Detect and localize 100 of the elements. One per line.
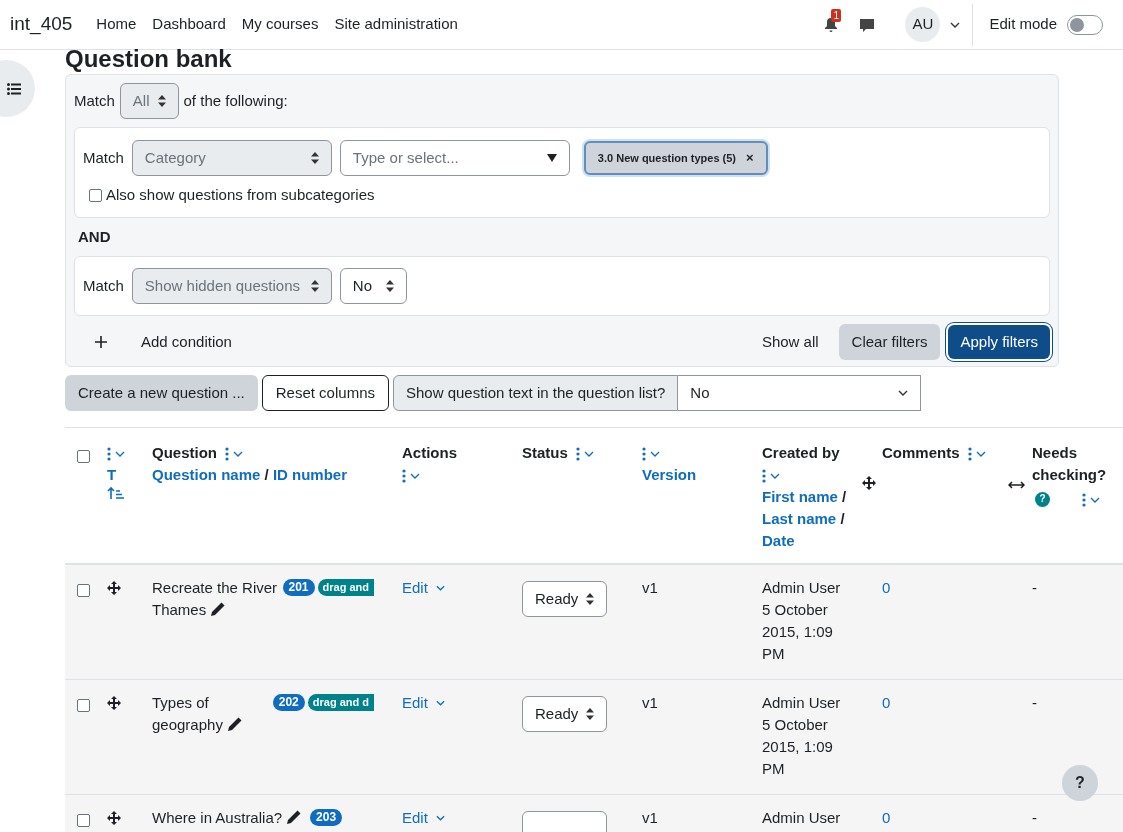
status-select[interactable]: Ready — [522, 581, 607, 617]
avatar[interactable]: AU — [905, 7, 941, 42]
plus-icon[interactable] — [95, 336, 107, 348]
kebab-menu-icon[interactable] — [967, 447, 972, 462]
category-chip[interactable]: 3.0 New question types (5) × — [583, 141, 768, 175]
chevron-down-icon[interactable] — [950, 21, 961, 28]
sort-link[interactable]: Last name — [762, 510, 837, 527]
separator: / — [264, 466, 269, 483]
version-cell-text: v1 — [642, 808, 659, 828]
match-select[interactable]: All — [119, 83, 179, 119]
checkbox[interactable] — [77, 814, 90, 827]
question-type-badge: drag and d — [307, 694, 374, 711]
pencil-icon[interactable] — [226, 716, 243, 732]
chevron-down-icon — [435, 815, 445, 821]
create-question-button[interactable]: Create a new question ... — [65, 375, 258, 411]
edit-menu-link[interactable]: Edit — [402, 577, 445, 599]
move-icon[interactable] — [107, 811, 121, 825]
checkbox[interactable] — [77, 584, 90, 597]
help-icon[interactable]: ? — [1035, 491, 1050, 507]
chevron-down-icon[interactable] — [583, 451, 594, 458]
field-select[interactable]: Category — [131, 140, 332, 176]
creator-name: Admin User — [762, 578, 842, 598]
checkbox[interactable] — [89, 188, 102, 202]
edit-mode-switch[interactable] — [1067, 14, 1103, 35]
question-name: Types of geography — [152, 692, 273, 736]
column-header: Status — [522, 444, 568, 461]
page-title: Question bank — [65, 46, 233, 72]
separator: / — [839, 510, 845, 527]
up-down-caret-icon — [385, 280, 394, 292]
creator-name: Admin User — [762, 693, 842, 713]
chevron-down-icon[interactable] — [770, 473, 780, 480]
value-select[interactable]: No — [339, 268, 407, 304]
type-sort-link[interactable]: T — [107, 464, 152, 486]
chevron-down-icon[interactable] — [975, 451, 986, 458]
add-condition-link[interactable]: Add condition — [141, 330, 232, 354]
triangle-down-icon — [546, 154, 557, 162]
comments-count-link[interactable]: 0 — [882, 809, 891, 826]
checkbox[interactable] — [77, 699, 90, 712]
match-suffix: of the following: — [183, 90, 288, 111]
match-label: Match — [83, 147, 124, 168]
created-date: 5 October 2015, 1:09 PM — [762, 715, 834, 779]
checkbox[interactable] — [77, 450, 90, 463]
pencil-icon[interactable] — [286, 809, 303, 825]
kebab-menu-icon[interactable] — [402, 469, 406, 484]
up-down-caret-icon — [586, 708, 594, 720]
category-search-field[interactable]: Type or select... — [339, 140, 570, 176]
move-icon[interactable] — [862, 476, 876, 490]
comments-count-link[interactable]: 0 — [882, 579, 891, 596]
clear-filters-button[interactable]: Clear filters — [838, 324, 941, 360]
sort-link[interactable]: Date — [762, 532, 795, 549]
needs-checking-cell: - — [1032, 579, 1037, 596]
pencil-icon[interactable] — [210, 601, 227, 617]
comments-count-link[interactable]: 0 — [882, 694, 891, 711]
column-header: Needs checking? — [1032, 443, 1108, 485]
nav-link[interactable]: Dashboard — [152, 13, 226, 36]
move-icon[interactable] — [107, 581, 121, 595]
sort-link[interactable]: Version — [642, 466, 697, 483]
nav-link[interactable]: My courses — [241, 13, 319, 36]
kebab-menu-icon[interactable] — [225, 447, 229, 462]
nav-link[interactable]: Site administration — [334, 13, 458, 36]
id-badge: 201 — [282, 579, 315, 596]
chevron-down-icon — [435, 585, 445, 591]
nav-link[interactable]: Home — [96, 13, 137, 36]
chevron-down-icon — [898, 390, 909, 396]
resize-arrows-icon[interactable] — [1008, 480, 1025, 490]
move-icon[interactable] — [107, 696, 121, 710]
chevron-down-icon[interactable] — [410, 473, 420, 480]
reset-columns-button[interactable]: Reset columns — [261, 375, 389, 411]
id-badge: 203 — [310, 809, 343, 826]
kebab-menu-icon[interactable] — [642, 447, 646, 462]
column-header: Actions — [402, 443, 458, 463]
apply-filters-button[interactable]: Apply filters — [948, 325, 1050, 359]
status-select[interactable]: Ready — [522, 696, 607, 732]
sort-link[interactable]: Question name — [152, 466, 261, 483]
chevron-down-icon[interactable] — [115, 451, 125, 458]
field-select[interactable]: Show hidden questions — [131, 268, 332, 304]
match-label: Match — [74, 90, 115, 111]
edit-menu-link[interactable]: Edit — [402, 807, 445, 829]
sort-link[interactable]: First name — [762, 488, 838, 505]
sort-link[interactable]: ID number — [272, 466, 348, 483]
site-name[interactable]: int_405 — [10, 10, 73, 39]
category-search-input[interactable]: Type or select... — [352, 146, 533, 170]
kebab-menu-icon[interactable] — [107, 447, 111, 462]
list-icon — [7, 82, 21, 95]
edit-menu-link[interactable]: Edit — [402, 692, 445, 714]
chip-remove[interactable]: × — [746, 148, 754, 168]
kebab-menu-icon[interactable] — [1082, 493, 1086, 508]
chevron-down-icon[interactable] — [1090, 497, 1100, 504]
chevron-down-icon[interactable] — [650, 451, 660, 458]
kebab-menu-icon[interactable] — [575, 447, 580, 462]
show-all-button[interactable]: Show all — [749, 324, 831, 360]
show-text-label: Show question text in the question list? — [393, 375, 679, 411]
version-cell-text: v1 — [642, 578, 659, 598]
sort-ascending-icon[interactable] — [107, 486, 124, 500]
chevron-down-icon[interactable] — [233, 451, 243, 458]
creator-name: Admin User — [762, 808, 842, 828]
show-text-select[interactable]: No — [678, 375, 922, 411]
kebab-menu-icon[interactable] — [762, 469, 766, 484]
chat-icon[interactable] — [859, 16, 876, 33]
needs-checking-cell: - — [1032, 809, 1037, 826]
